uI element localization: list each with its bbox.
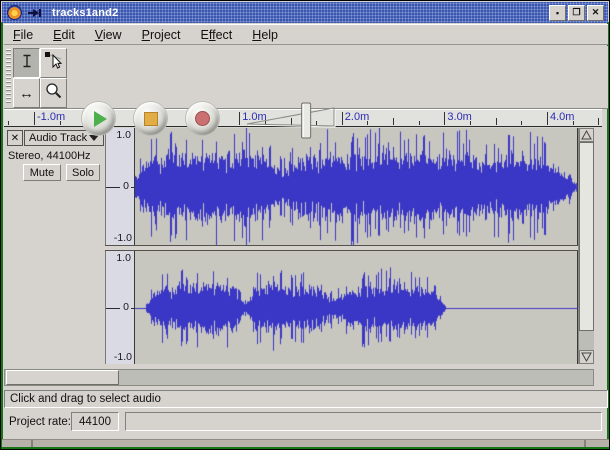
horizontal-scrollbar[interactable] [4, 369, 594, 386]
ruler-minor-tick [470, 121, 471, 125]
resize-grip-notch [31, 440, 33, 447]
selection-tool-button[interactable] [13, 48, 40, 78]
vruler-zero-line [106, 308, 120, 309]
vertical-scrollbar[interactable] [578, 128, 594, 364]
ruler-minor-tick [60, 121, 61, 125]
track-name: Audio Track [29, 132, 87, 144]
audacity-logo-icon [7, 5, 22, 20]
menu-view[interactable]: View [95, 28, 122, 42]
minimize-button[interactable]: ▪ [549, 5, 566, 21]
ruler-minor-tick [573, 121, 574, 125]
status-bar-secondary [125, 412, 602, 431]
resize-grip-notch [584, 440, 586, 447]
vruler-min: -1.0 [114, 232, 132, 244]
magnifier-icon [44, 81, 63, 105]
horizontal-scrollbar-thumb[interactable] [6, 370, 119, 385]
ruler-minor-tick [393, 118, 394, 125]
record-button[interactable] [186, 102, 219, 135]
play-button[interactable] [82, 102, 115, 135]
vruler-max: 1.0 [116, 252, 131, 264]
menu-project[interactable]: Project [142, 28, 181, 42]
ruler-label: 3.0m [447, 111, 471, 123]
maximize-button[interactable]: ❐ [568, 5, 585, 21]
waveform-channel2[interactable] [135, 251, 578, 364]
ruler-label: -1.0m [37, 111, 65, 123]
window-title: tracks1and2 [52, 7, 118, 19]
scroll-down-arrow-icon[interactable] [579, 350, 594, 364]
close-button[interactable]: ✕ [587, 5, 604, 21]
track-area: ✕ Audio Track Stereo, 44100Hz Mute Solo … [4, 128, 594, 364]
ruler-major-tick [34, 112, 35, 125]
timeshift-tool-button[interactable]: ↔ [13, 78, 40, 108]
ruler-minor-tick [8, 121, 9, 125]
envelope-cursor-icon [44, 51, 63, 75]
menu-effect[interactable]: Effect [201, 28, 233, 42]
vruler-min: -1.0 [114, 351, 132, 363]
scroll-up-arrow-icon[interactable] [579, 128, 594, 142]
window-resize-rail[interactable] [2, 439, 610, 447]
track-close-button[interactable]: ✕ [7, 130, 23, 146]
audacity-window: tracks1and2 ▪ ❐ ✕ File Edit View Project Eff… [0, 0, 610, 450]
ruler-minor-tick [367, 121, 368, 125]
ruler-label: 4.0m [550, 111, 574, 123]
waveform-canvas-left[interactable] [135, 128, 578, 245]
vruler-zero-tick [131, 187, 134, 188]
volume-slider-thumb [302, 103, 311, 138]
zoom-tool-button[interactable] [40, 78, 67, 108]
toolbar: ↔ [4, 46, 608, 109]
ruler-minor-tick [419, 121, 420, 125]
titlebar[interactable]: tracks1and2 ▪ ❐ ✕ [2, 2, 608, 23]
ruler-label: 2.0m [345, 111, 369, 123]
vertical-scrollbar-thumb[interactable] [579, 142, 594, 331]
volume-slider[interactable] [244, 98, 346, 149]
track-control-panel: ✕ Audio Track Stereo, 44100Hz Mute Solo [4, 128, 105, 364]
window-frame-bottom [1, 447, 609, 449]
solo-button[interactable]: Solo [66, 164, 100, 181]
double-arrow-icon: ↔ [19, 86, 34, 101]
vertical-ruler-channel2: 1.0 0 -1.0 [105, 251, 135, 364]
vruler-zero-tick [131, 308, 134, 309]
status-message: Click and drag to select audio [10, 393, 161, 405]
waveform-channel1[interactable] [135, 128, 578, 245]
ruler-major-tick [239, 112, 240, 125]
window-pin-icon[interactable] [28, 8, 43, 18]
status-bar: Click and drag to select audio [4, 390, 608, 408]
menu-edit[interactable]: Edit [53, 28, 75, 42]
window-frame-left [1, 22, 3, 449]
project-rate-label: Project rate: [9, 416, 71, 428]
stop-button[interactable] [134, 102, 167, 135]
waveform-canvas-right[interactable] [135, 251, 578, 364]
stop-icon [144, 112, 158, 126]
toolbar-grip[interactable] [6, 49, 11, 105]
ruler-major-tick [547, 112, 548, 125]
chevron-down-icon [89, 135, 99, 141]
vruler-zero: 0 [123, 301, 129, 313]
vruler-zero-line [106, 187, 120, 188]
menu-help[interactable]: Help [252, 28, 278, 42]
track-info: Stereo, 44100Hz [8, 150, 91, 162]
mute-button[interactable]: Mute [23, 164, 61, 181]
menu-bar: File Edit View Project Effect Help [4, 24, 608, 45]
record-icon [195, 111, 210, 126]
vertical-ruler-channel1: 1.0 0 -1.0 [105, 128, 135, 245]
vruler-zero: 0 [123, 180, 129, 192]
ruler-major-tick [444, 112, 445, 125]
play-icon [94, 111, 107, 127]
menu-file[interactable]: File [13, 28, 33, 42]
ruler-minor-tick [496, 118, 497, 125]
ruler-minor-tick [598, 118, 599, 125]
ibeam-icon [18, 52, 36, 75]
project-rate-value: 44100 [71, 412, 119, 431]
vruler-max: 1.0 [116, 129, 131, 141]
ruler-minor-tick [521, 121, 522, 125]
envelope-tool-button[interactable] [40, 48, 67, 78]
